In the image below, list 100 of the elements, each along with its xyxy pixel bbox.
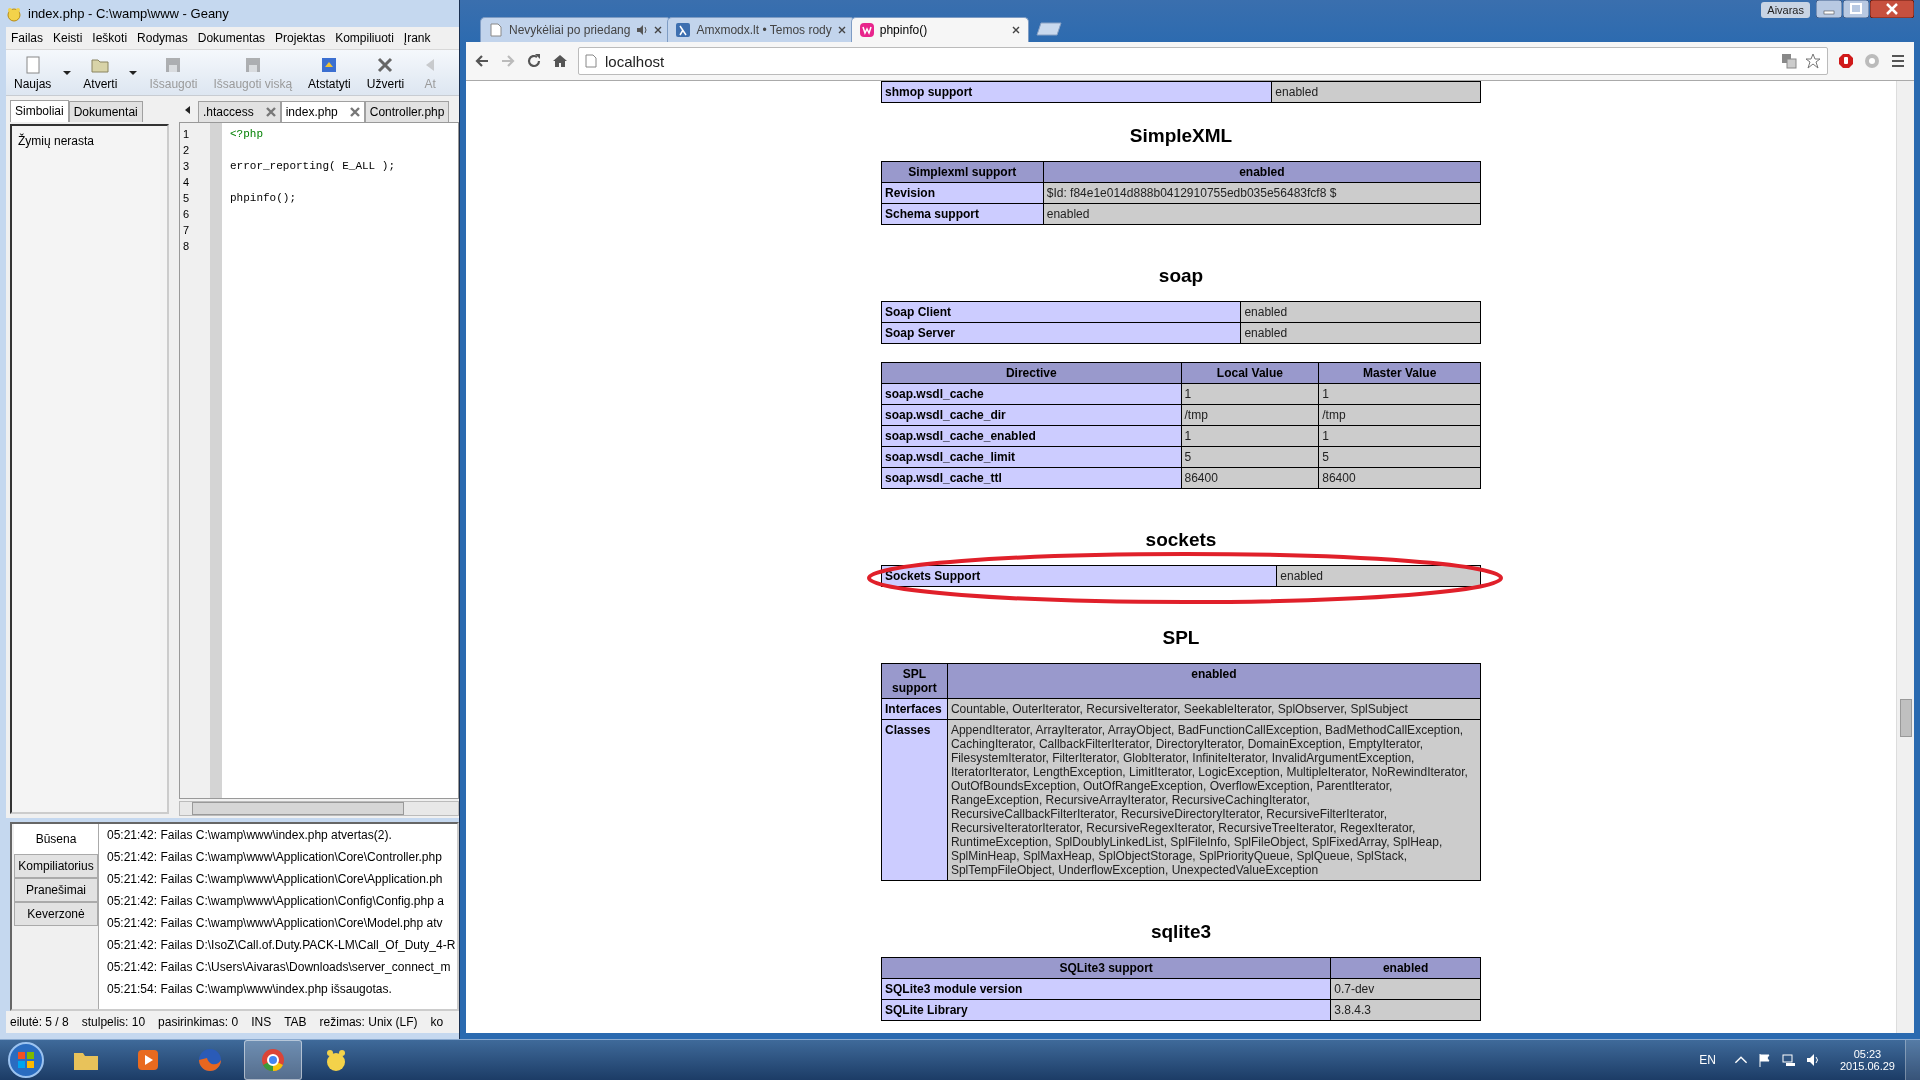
- menu-item[interactable]: Kompiliuoti: [330, 31, 399, 45]
- dropdown-arrow-icon[interactable]: [129, 70, 138, 75]
- status-text: TAB: [284, 1015, 307, 1029]
- sidebar-tab[interactable]: Simboliai: [10, 100, 69, 122]
- table-cell: Sockets Support: [881, 565, 1277, 587]
- maximize-button[interactable]: [1843, 0, 1869, 18]
- table-header: Directive: [881, 362, 1181, 384]
- back-icon[interactable]: [474, 53, 490, 69]
- table-cell: enabled: [1271, 81, 1481, 103]
- table-cell: SQLite Library: [881, 999, 1331, 1021]
- table-header: Simplexml support: [881, 161, 1044, 183]
- log-message: 05:21:54: Failas C:\wamp\www\index.php išsaugotas.: [107, 981, 393, 998]
- sidebar-tab[interactable]: Dokumentai: [68, 101, 143, 122]
- code-line: error_reporting( E_ALL );: [230, 160, 396, 172]
- speaker-icon[interactable]: [636, 25, 649, 35]
- editor-tab[interactable]: index.php: [280, 101, 365, 122]
- taskbar-app-button[interactable]: [244, 1040, 302, 1080]
- line-number: 8: [182, 239, 191, 254]
- editor-tab[interactable]: .htaccess: [198, 101, 281, 122]
- table-cell: soap.wsdl_cache_enabled: [881, 425, 1181, 447]
- vertical-scrollbar[interactable]: [1896, 81, 1914, 1033]
- log-message: 05:21:42: Failas C:\Users\Aivaras\Downloads\server_connect_m: [107, 959, 452, 976]
- message-tab[interactable]: Keverzonė: [14, 902, 98, 926]
- translate-icon[interactable]: [1781, 53, 1797, 69]
- minimize-button[interactable]: [1816, 0, 1842, 18]
- menu-item[interactable]: Rodymas: [132, 31, 193, 45]
- status-text: ko: [430, 1015, 444, 1029]
- status-text: eilutė: 5 / 8: [10, 1015, 69, 1029]
- table-cell: shmop support: [881, 81, 1272, 103]
- stop-sign-icon[interactable]: [1838, 53, 1854, 69]
- toolbar-button[interactable]: Atstatyti: [300, 54, 359, 91]
- menu-icon[interactable]: [1890, 53, 1906, 69]
- toolbar-button[interactable]: Naujas: [6, 54, 60, 91]
- browser-tab[interactable]: phpinfo(): [850, 17, 1029, 42]
- table-cell: soap.wsdl_cache_dir: [881, 404, 1181, 426]
- profile-button[interactable]: Aivaras: [1761, 2, 1810, 18]
- status-text: pasirinkimas: 0: [158, 1015, 239, 1029]
- page-icon: [489, 23, 503, 37]
- toolbar-button[interactable]: Užverti: [358, 54, 413, 91]
- reload-icon[interactable]: [526, 53, 542, 69]
- lambda-icon: [676, 23, 691, 37]
- horizontal-scrollbar[interactable]: [179, 801, 459, 816]
- message-tab[interactable]: Pranešimai: [14, 878, 98, 902]
- line-number: 2: [182, 143, 191, 158]
- status-text: režimas: Unix (LF): [319, 1015, 418, 1029]
- table-cell: enabled: [1043, 203, 1481, 225]
- table-cell: enabled: [1240, 322, 1481, 344]
- table-header: SPL support: [881, 663, 948, 699]
- menu-item[interactable]: Ieškoti: [87, 31, 133, 45]
- star-icon[interactable]: [1805, 53, 1821, 69]
- table-header: SQLite3 support: [881, 957, 1331, 979]
- menu-item[interactable]: Įrank: [398, 31, 436, 45]
- table-cell: $Id: f84e1e014d888b0412910755edb035e56483fcf8 $: [1043, 182, 1481, 204]
- log-message: 05:21:42: Failas C:\wamp\www\Application\Core\Application.ph: [107, 871, 444, 888]
- close-icon[interactable]: [837, 26, 846, 34]
- log-message: 05:21:42: Failas C:\wamp\www\Application\Config\Config.php a: [107, 893, 445, 910]
- table-cell: soap.wsdl_cache_ttl: [881, 467, 1181, 489]
- log-message: 05:21:42: Failas C:\wamp\www\Application\Core\Controller.php: [107, 849, 443, 866]
- language-indicator[interactable]: EN: [1699, 1053, 1716, 1067]
- editor-tab[interactable]: Controller.php: [364, 101, 450, 122]
- dropdown-arrow-icon[interactable]: [63, 70, 72, 75]
- section-heading: SimpleXML: [1128, 125, 1234, 147]
- close-icon[interactable]: [1011, 26, 1020, 34]
- speaker-icon[interactable]: [1805, 1053, 1820, 1067]
- address-bar[interactable]: localhost: [578, 47, 1828, 75]
- home-icon[interactable]: [552, 53, 568, 69]
- table-header: Local Value: [1181, 362, 1319, 384]
- new-tab-button[interactable]: [1034, 22, 1063, 36]
- section-heading: sqlite3: [1149, 921, 1213, 943]
- close-button[interactable]: [1870, 0, 1914, 18]
- table-header: enabled: [947, 663, 1481, 699]
- table-cell: soap.wsdl_cache: [881, 383, 1181, 405]
- table-cell: Classes: [881, 719, 948, 881]
- section-heading: SPL: [1161, 627, 1201, 649]
- table-cell: SQLite3 module version: [881, 978, 1331, 1000]
- close-icon[interactable]: [654, 26, 663, 34]
- close-icon[interactable]: [349, 107, 360, 117]
- tab-scroll-left-icon[interactable]: [185, 106, 190, 114]
- table-cell: enabled: [1240, 301, 1481, 323]
- toolbar-button[interactable]: Atverti: [75, 54, 126, 91]
- network-icon[interactable]: [1781, 1053, 1796, 1067]
- flag-icon[interactable]: [1757, 1053, 1772, 1067]
- status-text: stulpelis: 10: [81, 1015, 146, 1029]
- app-icon: [6, 5, 22, 22]
- menu-item[interactable]: Keisti: [48, 31, 88, 45]
- table-cell: enabled: [1276, 565, 1481, 587]
- table-cell: Soap Server: [881, 322, 1241, 344]
- empty-symbols-text: Žymių nerasta: [18, 134, 95, 148]
- menu-item[interactable]: Projektas: [270, 31, 331, 45]
- table-cell: soap.wsdl_cache_limit: [881, 446, 1181, 468]
- start-button[interactable]: [6, 1040, 46, 1080]
- clock[interactable]: 05:23 2015.06.29: [1839, 1048, 1895, 1072]
- table-cell: Soap Client: [881, 301, 1241, 323]
- message-tab[interactable]: Būsena: [14, 824, 98, 854]
- show-desktop-button[interactable]: [1905, 1040, 1920, 1080]
- section-heading: sockets: [1144, 529, 1218, 551]
- table-cell: AppendIterator, ArrayIterator, ArrayObject, BadFunctionCallException, BadMethodCallException, CachingIterator, CallbackFilterIterator, DirectoryIterator, DomainException, EmptyIterator, FilesystemIterator, FilterIterator, GlobIterator, InfiniteIterator, InvalidArgumentException, IteratorIterator, LengthException, LimitIterator, LogicException, MultipleIterator, NoRewindIterator, OutOfBoundsException, OutOfRangeException, OverflowException, ParentIterator, RangeException, RecursiveArrayIterator, RecursiveCachingIterator, RecursiveCallbackFilterIterator, RecursiveDirectoryIterator, RecursiveFilterIterator, RecursiveIteratorIterator, RecursiveRegexIterator, RecursiveTreeIterator, RegexIterator, RuntimeException, SplDoublyLinkedList, SplFileInfo, SplFileObject, SplFixedArray, SplHeap, SplMinHeap, SplMaxHeap, SplObjectStorage, SplPriorityQueue, SplQueue, SplStack, SplTempFileObject, UnderflowException, UnexpectedValueException: [947, 719, 1481, 881]
- menu-item[interactable]: Failas: [6, 31, 48, 45]
- menu-item[interactable]: Dokumentas: [192, 31, 271, 45]
- message-tab[interactable]: Kompiliatorius: [14, 854, 98, 878]
